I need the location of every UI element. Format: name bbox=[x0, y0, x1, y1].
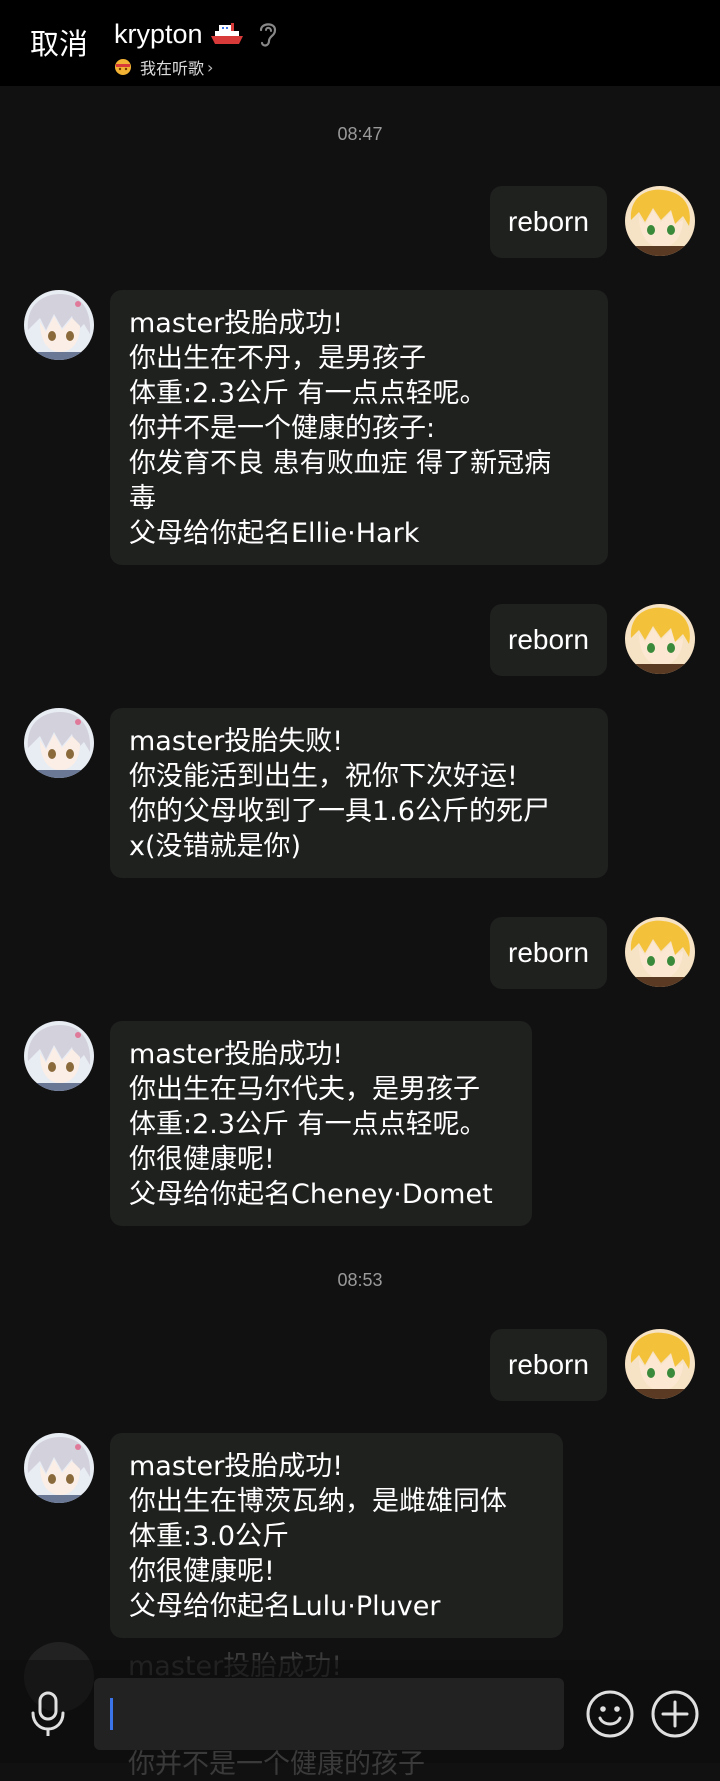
bot-avatar[interactable] bbox=[24, 1433, 94, 1503]
incoming-message[interactable]: master投胎成功! 你出生在马尔代夫，是男孩子 体重:2.3公斤 有一点点轻… bbox=[110, 1021, 532, 1226]
chat-header: 取消 krypton 我在听歌 › bbox=[0, 0, 720, 86]
outgoing-message[interactable]: reborn bbox=[490, 917, 607, 989]
plus-icon[interactable] bbox=[650, 1689, 700, 1739]
music-icon bbox=[114, 58, 132, 76]
timestamp: 08:47 bbox=[337, 124, 383, 144]
message-line: 你并不是一个健康的孩子: bbox=[129, 413, 436, 444]
message-line: 你出生在不丹，是男孩子 bbox=[129, 343, 426, 374]
ear-icon[interactable] bbox=[257, 19, 279, 49]
message-line: 体重:3.0公斤 bbox=[129, 1521, 290, 1552]
message-line: 你出生在马尔代夫，是男孩子 bbox=[129, 1074, 480, 1105]
message-line: 父母给你起名Cheney·Domet bbox=[129, 1179, 493, 1210]
my-avatar[interactable] bbox=[625, 604, 695, 674]
emoji-icon[interactable] bbox=[585, 1689, 635, 1739]
microphone-icon[interactable] bbox=[28, 1689, 68, 1739]
message-line: 毒 bbox=[129, 483, 156, 514]
message-input[interactable] bbox=[94, 1678, 564, 1750]
timestamp: 08:53 bbox=[337, 1270, 383, 1290]
my-avatar[interactable] bbox=[625, 917, 695, 987]
ship-icon bbox=[209, 23, 245, 45]
my-avatar[interactable] bbox=[625, 1329, 695, 1399]
message-line: 你没能活到出生，祝你下次好运! bbox=[129, 761, 518, 792]
text-caret bbox=[110, 1698, 113, 1730]
chevron-right-icon: › bbox=[207, 57, 214, 77]
message-line: master投胎成功! bbox=[129, 1039, 344, 1070]
message-line: 你很健康呢! bbox=[129, 1144, 275, 1175]
message-line: 你发育不良 患有败血症 得了新冠病 bbox=[129, 448, 552, 479]
message-line: 你很健康呢! bbox=[129, 1556, 275, 1587]
contact-title[interactable]: krypton 我在听歌 › bbox=[114, 16, 279, 78]
message-line: 父母给你起名Lulu·Pluver bbox=[129, 1591, 441, 1622]
incoming-message[interactable]: master投胎成功! 你出生在博茨瓦纳，是雌雄同体 体重:3.0公斤 你很健康… bbox=[110, 1433, 563, 1638]
incoming-message[interactable]: master投胎成功! 你出生在不丹，是男孩子 体重:2.3公斤 有一点点轻呢。… bbox=[110, 290, 608, 565]
listening-status[interactable]: 我在听歌 › bbox=[114, 56, 279, 78]
message-line: master投胎成功! bbox=[129, 1451, 344, 1482]
message-line: 你出生在博茨瓦纳，是雌雄同体 bbox=[129, 1486, 507, 1517]
outgoing-message[interactable]: reborn bbox=[490, 604, 607, 676]
bot-avatar[interactable] bbox=[24, 708, 94, 778]
my-avatar[interactable] bbox=[625, 186, 695, 256]
message-line: 父母给你起名Ellie·Hark bbox=[129, 518, 420, 549]
incoming-message[interactable]: master投胎失败! 你没能活到出生，祝你下次好运! 你的父母收到了一具1.6… bbox=[110, 708, 608, 878]
message-line: master投胎成功! bbox=[129, 308, 344, 339]
message-line: 体重:2.3公斤 有一点点轻呢。 bbox=[129, 1109, 487, 1140]
contact-name: krypton bbox=[114, 19, 203, 49]
outgoing-message[interactable]: reborn bbox=[490, 1329, 607, 1401]
message-line: 你的父母收到了一具1.6公斤的死尸 bbox=[129, 796, 550, 827]
bot-avatar[interactable] bbox=[24, 1021, 94, 1091]
message-line: x(没错就是你) bbox=[129, 831, 302, 862]
cancel-button[interactable]: 取消 bbox=[30, 24, 88, 64]
message-line: master投胎失败! bbox=[129, 726, 344, 757]
status-text: 我在听歌 bbox=[140, 59, 205, 78]
outgoing-message[interactable]: reborn bbox=[490, 186, 607, 258]
message-line: 体重:2.3公斤 有一点点轻呢。 bbox=[129, 378, 487, 409]
bot-avatar[interactable] bbox=[24, 290, 94, 360]
